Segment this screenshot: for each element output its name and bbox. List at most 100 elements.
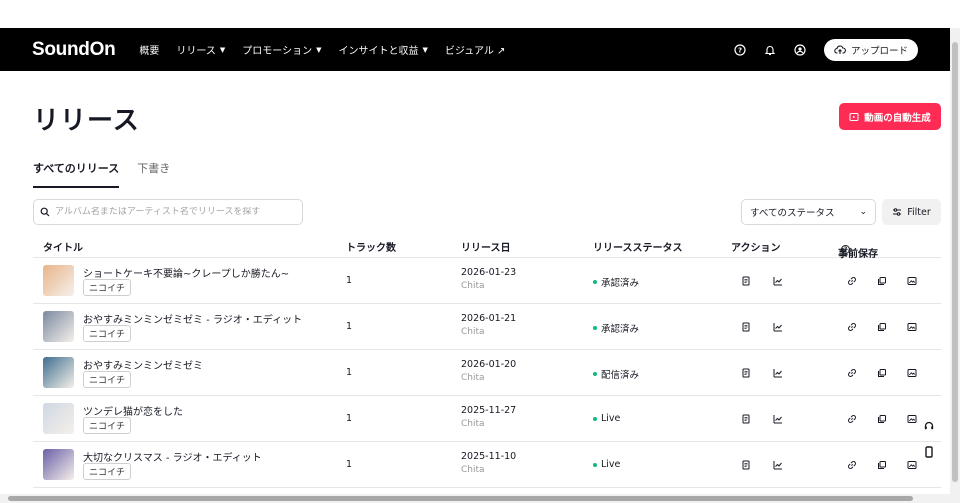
details-doc-icon[interactable] — [740, 367, 751, 378]
analytics-chart-icon[interactable] — [772, 367, 783, 378]
image-icon[interactable] — [906, 367, 917, 378]
table-row[interactable]: ショートケーキ不要論~クレープしか勝たん~ ニコイチ 1 2026-01-23 … — [33, 258, 941, 304]
account-icon[interactable] — [794, 43, 806, 56]
copy-icon[interactable] — [876, 321, 887, 332]
release-cover-image[interactable] — [43, 265, 74, 296]
copy-icon[interactable] — [876, 367, 887, 378]
sliders-icon — [893, 208, 902, 216]
release-title[interactable]: おやすみミンミンゼミゼミ — [83, 357, 203, 372]
nav-promotion-label: プロモーション — [242, 46, 313, 57]
release-title[interactable]: ショートケーキ不要論~クレープしか勝たん~ — [83, 265, 289, 280]
status-dot — [593, 372, 597, 376]
nav-right-group: ? アップロード — [734, 28, 918, 71]
caret-down-icon: ▼ — [219, 45, 226, 54]
release-title[interactable]: 大切なクリスマス - ラジオ・エディット — [83, 449, 262, 464]
release-status: Live — [593, 459, 620, 470]
release-title[interactable]: おやすみミンミンゼミゼミ - ラジオ・エディット — [83, 311, 302, 326]
horizontal-scroll-thumb[interactable] — [8, 496, 913, 501]
analytics-chart-icon[interactable] — [772, 459, 783, 470]
nav-releases[interactable]: リリース ▼ — [176, 42, 226, 58]
release-status-text: 承認済み — [601, 278, 640, 289]
vertical-scroll-thumb[interactable] — [952, 42, 958, 482]
nav-promotion[interactable]: プロモーション ▼ — [242, 42, 322, 58]
release-label-name: Chita — [461, 419, 485, 429]
image-icon[interactable] — [906, 459, 917, 470]
tab-drafts[interactable]: 下書き — [137, 160, 170, 188]
nav-overview[interactable]: 概要 — [139, 42, 159, 57]
nav-releases-label: リリース — [176, 46, 216, 57]
soundon-logo[interactable]: SoundOn — [32, 39, 116, 61]
table-row[interactable]: おやすみミンミンゼミゼミ - ラジオ・エディット ニコイチ 1 2026-01-… — [33, 304, 941, 350]
release-cover-image[interactable] — [43, 449, 74, 480]
col-actions: アクション — [731, 243, 781, 254]
auto-generate-label: 動画の自動生成 — [864, 112, 931, 124]
release-status: 配信済み — [593, 367, 639, 381]
details-doc-icon[interactable] — [740, 321, 751, 332]
help-icon[interactable]: ? — [734, 43, 746, 56]
table-row[interactable]: ツンデレ猫が恋をした ニコイチ 1 2025-11-27 Chita Live — [33, 396, 941, 442]
release-date: 2026-01-21 — [461, 313, 517, 324]
mobile-phone-icon[interactable] — [922, 445, 936, 459]
release-label-name: Chita — [461, 327, 485, 337]
bell-icon[interactable] — [764, 44, 776, 56]
headset-icon[interactable] — [922, 419, 936, 433]
link-icon[interactable] — [846, 321, 857, 332]
copy-icon[interactable] — [876, 459, 887, 470]
status-dot — [593, 326, 597, 330]
search-input[interactable] — [55, 207, 295, 217]
table-row[interactable]: おやすみミンミンゼミゼミ ニコイチ 1 2026-01-20 Chita 配信済… — [33, 350, 941, 396]
release-label-name: Chita — [461, 465, 485, 475]
release-date: 2025-11-27 — [461, 405, 517, 416]
link-icon[interactable] — [846, 413, 857, 424]
horizontal-scrollbar[interactable] — [0, 494, 950, 503]
release-cover-image[interactable] — [43, 311, 74, 342]
top-navbar: SoundOn 概要 リリース ▼ プロモーション ▼ インサイトと収益 ▼ ビジュア… — [0, 28, 950, 71]
upload-button[interactable]: アップロード — [823, 38, 918, 61]
status-filter-select[interactable]: すべてのステータス ⌄ — [741, 199, 876, 225]
status-dot — [593, 280, 597, 284]
artist-tag: ニコイチ — [83, 325, 132, 342]
link-icon[interactable] — [846, 459, 857, 470]
track-count: 1 — [346, 459, 353, 470]
details-doc-icon[interactable] — [740, 459, 751, 470]
link-icon[interactable] — [846, 275, 857, 286]
filter-button[interactable]: Filter — [882, 199, 941, 225]
analytics-chart-icon[interactable] — [772, 321, 783, 332]
copy-icon[interactable] — [876, 413, 887, 424]
table-row[interactable]: 大切なクリスマス - ラジオ・エディット ニコイチ 1 2025-11-10 C… — [33, 442, 941, 488]
release-title[interactable]: ツンデレ猫が恋をした — [83, 403, 183, 418]
release-status: 承認済み — [593, 321, 639, 335]
help-icon[interactable]: ? — [841, 245, 850, 254]
tab-all-releases[interactable]: すべてのリリース — [33, 160, 120, 188]
release-label-name: Chita — [461, 281, 485, 291]
analytics-chart-icon[interactable] — [772, 413, 783, 424]
release-cover-image[interactable] — [43, 403, 74, 434]
copy-icon[interactable] — [876, 275, 887, 286]
search-icon — [40, 207, 50, 217]
link-icon[interactable] — [846, 367, 857, 378]
image-icon[interactable] — [906, 275, 917, 286]
release-tabs: すべてのリリース 下書き — [33, 160, 170, 188]
status-dot — [593, 416, 597, 421]
release-status-text: Live — [601, 413, 621, 424]
upload-label: アップロード — [850, 45, 908, 57]
filter-label: Filter — [907, 206, 931, 218]
track-count: 1 — [346, 367, 353, 378]
top-gap — [0, 0, 960, 28]
status-dot — [593, 462, 597, 467]
analytics-chart-icon[interactable] — [772, 275, 783, 286]
image-icon[interactable] — [906, 413, 917, 424]
details-doc-icon[interactable] — [740, 413, 751, 424]
cloud-upload-icon — [834, 44, 846, 54]
release-cover-image[interactable] — [43, 357, 74, 388]
artist-tag: ニコイチ — [83, 417, 132, 434]
caret-down-icon: ▼ — [316, 45, 322, 54]
nav-insights[interactable]: インサイトと収益 ▼ — [338, 42, 427, 58]
image-icon[interactable] — [906, 321, 917, 332]
nav-visual[interactable]: ビジュアル ↗ — [445, 42, 506, 57]
auto-generate-video-button[interactable]: 動画の自動生成 — [839, 103, 941, 130]
vertical-scrollbar[interactable] — [950, 28, 960, 503]
nav-insights-label: インサイトと収益 — [338, 46, 419, 57]
release-status: 承認済み — [593, 275, 639, 289]
details-doc-icon[interactable] — [740, 275, 751, 286]
